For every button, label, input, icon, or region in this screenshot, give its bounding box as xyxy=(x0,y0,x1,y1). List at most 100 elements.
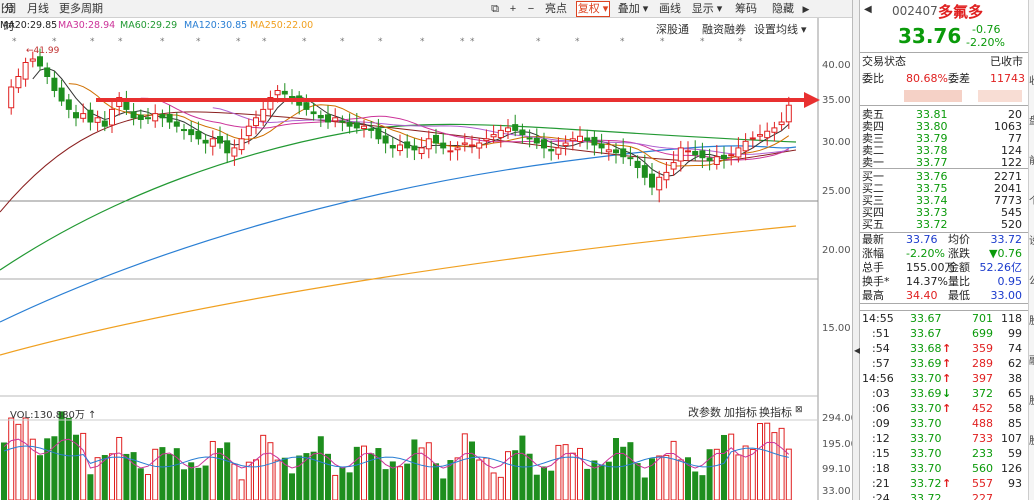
event-marker-icon: * xyxy=(420,37,425,47)
panel-divider[interactable]: ◀ xyxy=(852,0,860,500)
candle-body xyxy=(181,129,187,132)
add-indicator-button[interactable]: 加指标 xyxy=(724,404,757,420)
edge-tab[interactable]: 股 xyxy=(1029,432,1034,447)
candle-body xyxy=(670,162,677,170)
candle-body xyxy=(303,102,310,110)
volume-bar xyxy=(641,477,648,500)
price-axis-label: 40.00 xyxy=(822,60,851,71)
candle-body xyxy=(483,138,490,142)
candle-body xyxy=(368,128,375,131)
volume-bar xyxy=(584,468,591,500)
edge-tab[interactable]: 融 xyxy=(1029,352,1034,367)
change-params-button[interactable]: 改参数 xyxy=(688,404,721,420)
candle-body xyxy=(562,142,569,147)
volume-bar xyxy=(267,442,274,500)
candle-body xyxy=(454,147,461,151)
candle-body xyxy=(771,127,778,133)
volume-bar xyxy=(699,475,706,500)
switch-indicator-button[interactable]: 换指标 xyxy=(759,404,792,420)
weibi-row: 委比 80.68% 委差 11743 xyxy=(862,72,1025,85)
edge-tab[interactable]: 个 xyxy=(1029,192,1034,207)
candle-body xyxy=(677,147,684,162)
back-icon[interactable]: ◀ xyxy=(864,4,872,15)
candle-body xyxy=(80,113,87,119)
candle-body xyxy=(130,111,137,119)
edge-tab[interactable]: 公 xyxy=(1029,272,1034,287)
candle-body xyxy=(209,138,216,147)
candle-body xyxy=(706,157,713,162)
event-marker-icon: * xyxy=(12,37,17,47)
close-volume-icon[interactable]: ⊠ xyxy=(795,404,803,415)
candle-body xyxy=(231,147,238,157)
event-marker-icon: * xyxy=(738,37,743,47)
volume-bar xyxy=(166,454,173,500)
volume-bar xyxy=(404,463,411,500)
volume-bar xyxy=(656,455,663,500)
candle-body xyxy=(476,142,483,149)
candle-body xyxy=(692,150,699,156)
edge-tab[interactable]: 盘 xyxy=(1029,112,1034,127)
volume-bar xyxy=(512,450,519,500)
edge-tab[interactable]: 股 xyxy=(1029,312,1034,327)
candle-body xyxy=(51,77,58,91)
volume-bar xyxy=(87,474,94,500)
price-axis-label: 25.00 xyxy=(822,186,851,197)
event-marker-icon: * xyxy=(90,37,95,47)
candle-body xyxy=(325,114,331,123)
candle-body xyxy=(109,108,115,126)
candle-body xyxy=(87,109,94,123)
volume-bar xyxy=(152,448,159,500)
price-axis-label: 20.00 xyxy=(822,245,851,256)
stat-row: 换手* 14.37% 量比 0.95 xyxy=(862,275,1022,288)
candle-body xyxy=(339,120,346,123)
price-change-pct: -2.20% xyxy=(966,36,1005,49)
peak-price-label: ←41.99 xyxy=(26,46,60,56)
edge-tab[interactable]: 收 xyxy=(1029,72,1034,87)
volume-bar xyxy=(764,422,771,500)
volume-bar xyxy=(749,448,756,500)
volume-bar xyxy=(325,453,331,500)
volume-bar xyxy=(713,448,720,500)
edge-tab[interactable]: 前 xyxy=(1029,152,1034,167)
volume-bar xyxy=(1,442,7,500)
volume-bar xyxy=(433,463,439,500)
candle-body xyxy=(310,111,317,115)
price-axis-label: 35.00 xyxy=(822,95,851,106)
volume-bar xyxy=(742,445,749,500)
tick-row: :24 33.72 227 xyxy=(872,492,993,500)
event-marker-icon: * xyxy=(378,37,383,47)
volume-bar xyxy=(202,465,209,500)
volume-bar xyxy=(353,446,360,500)
candle-body xyxy=(649,173,655,188)
volume-bar xyxy=(116,436,123,500)
edge-tab[interactable]: 股 xyxy=(1029,392,1034,407)
kline-chart[interactable]: * * * * * * * * * * * * * * * * * * * * xyxy=(0,0,852,500)
candle-body xyxy=(58,87,65,102)
volume-bar xyxy=(627,442,634,500)
candle-body xyxy=(173,121,180,127)
stock-code: 002407 xyxy=(892,4,938,18)
candle-body xyxy=(685,150,691,153)
volume-bar xyxy=(613,438,619,500)
candle-body xyxy=(195,130,202,140)
volume-bar xyxy=(526,453,533,500)
volume-bar xyxy=(728,433,735,500)
candle-body xyxy=(425,138,432,150)
event-marker-icon: * xyxy=(575,37,580,47)
candle-body xyxy=(591,136,598,146)
tick-row: :09 33.70 488 85 xyxy=(872,417,1022,430)
volume-bar xyxy=(605,461,612,500)
edge-tab[interactable]: 设 xyxy=(1029,232,1034,247)
volume-bar xyxy=(548,470,555,500)
volume-bar xyxy=(209,440,216,500)
volume-bar xyxy=(562,444,569,500)
candle-body xyxy=(281,90,288,95)
volume-bar xyxy=(670,440,677,500)
candle-body xyxy=(663,171,670,181)
candle-body xyxy=(202,139,209,144)
candle-body xyxy=(289,96,295,99)
candle-body xyxy=(728,154,735,157)
ma250-line xyxy=(0,225,797,356)
price-change: -0.76 xyxy=(972,23,1001,36)
stat-row: 总手 155.00万 金额 52.26亿 xyxy=(862,261,1022,274)
